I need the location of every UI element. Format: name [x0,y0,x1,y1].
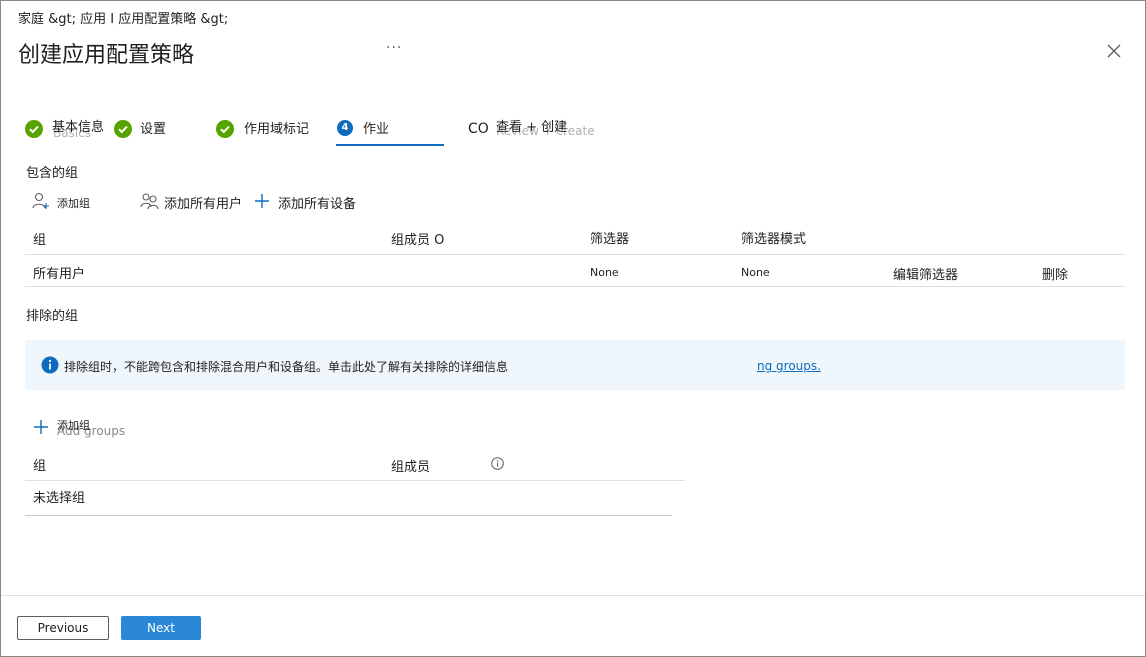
column-header-group: 组 [33,233,47,248]
add-all-devices-button[interactable]: 添加所有设备 [278,193,356,212]
more-options-icon[interactable]: ··· [386,40,402,56]
table-divider [25,515,672,516]
plus-icon [34,420,48,434]
breadcrumb[interactable]: 家庭 &gt; 应用 I 应用配置策略 &gt; [18,8,228,27]
included-groups-heading: 包含的组 [26,166,79,181]
step-complete-icon [25,120,43,138]
step-number-badge: 4 [337,120,353,136]
active-tab-indicator [336,144,444,146]
add-all-users-button[interactable]: 添加所有用户 [164,193,242,212]
table-divider [25,480,685,481]
table-divider [25,286,1125,287]
delete-link[interactable]: 删除 [1042,264,1068,283]
close-button[interactable] [1104,41,1124,61]
previous-button[interactable]: Previous [17,616,109,640]
add-excluded-groups-button[interactable]: 添加组 [57,417,90,433]
column-header-group: 组 [33,459,47,474]
window-frame [0,0,1146,657]
edit-filter-link[interactable]: 编辑筛选器 [893,264,958,283]
table-row-filter: None [590,266,619,279]
next-button[interactable]: Next [121,616,201,640]
add-groups-button[interactable]: 添加组 [57,195,90,211]
column-header-members: 组成员 O [391,233,445,248]
info-banner-text: 排除组时，不能跨包含和排除混合用户和设备组。单击此处了解有关排除的详细信息 [64,360,509,374]
page-title: 创建应用配置策略 [18,43,195,68]
table-row-group-name: 所有用户 [33,267,86,282]
footer-divider [1,595,1145,596]
close-icon [1107,44,1121,58]
table-divider [25,254,1125,255]
empty-groups-text: 未选择组 [33,491,86,506]
step-prefix: CO [468,121,489,137]
tab-review-create[interactable]: 查看 + 创建 [496,116,567,135]
plus-icon [255,194,269,208]
add-users-icon [140,193,159,210]
tab-basics[interactable]: 基本信息 [52,116,104,135]
tab-assignments[interactable]: 作业 [363,118,389,137]
learn-more-link[interactable]: ng groups. [757,359,821,373]
tab-scope-tags[interactable]: 作用域标记 [244,118,309,137]
excluded-groups-heading: 排除的组 [26,309,79,324]
info-icon [41,356,59,374]
step-complete-icon [114,120,132,138]
column-header-filter: 筛选器 [590,232,630,247]
column-header-members: 组成员 [391,460,431,475]
info-tooltip-icon[interactable] [491,457,504,470]
step-complete-icon [216,120,234,138]
tab-settings[interactable]: 设置 [140,118,166,137]
column-header-filter-mode: 筛选器模式 [741,232,807,247]
add-user-icon [32,192,49,209]
table-row-filter-mode: None [741,266,770,279]
